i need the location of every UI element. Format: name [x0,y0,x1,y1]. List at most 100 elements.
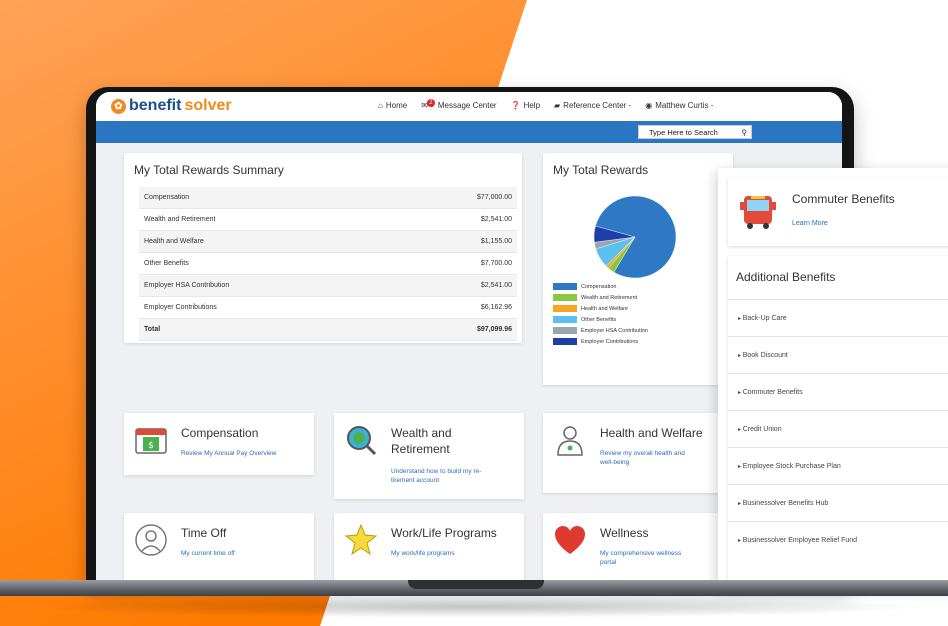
tile-link[interactable]: Review My Annual Pay Overview [181,449,276,458]
tile-title: Wealth and Retirement [391,425,452,457]
legend-item: Employer HSA Contribution [553,325,648,336]
total-rewards-summary-card: My Total Rewards Summary Compensation $77… [124,153,522,343]
legend-item: Employer Contributions [553,336,648,347]
tile-link[interactable]: My comprehensive wellness portal [600,549,681,567]
tile-link[interactable]: Understand how to build my re- tirement … [391,467,481,485]
rewards-pie-chart [593,195,677,279]
row-value: $6,162.96 [480,304,512,311]
help-icon: ❓ [510,101,521,110]
legend-item: Wealth and Retirement [553,292,648,303]
row-label: Employer Contributions [144,304,217,311]
additional-benefit-label: Credit Union [742,425,782,433]
benefitsolver-logo[interactable]: ✿ benefit solver [111,97,232,115]
row-value: $2,541.00 [480,282,512,289]
row-value: $97,099.96 [476,326,512,333]
additional-benefit-label: Book Discount [742,351,788,359]
logo-text-a: benefit [129,97,182,114]
tile-link[interactable]: My current time off [181,549,235,558]
row-label: Health and Welfare [144,238,204,245]
additional-benefit-item[interactable]: ▸ Employee Stock Purchase Plan [728,447,948,484]
legend-swatch [553,305,577,312]
nav-reference-center-label: Reference Center - [563,101,632,110]
blue-toolbar: Type Here to Search ⚲ [96,121,842,143]
additional-benefit-item[interactable]: ▸ Credit Union [728,410,948,447]
nav-home-label: Home [385,101,408,110]
legend-swatch [553,327,577,334]
additional-benefit-item[interactable]: ▸ Book Discount [728,336,948,373]
laptop-notch [408,580,544,589]
row-value: $7,700.00 [480,260,512,267]
nav-help[interactable]: ❓ Help [511,101,540,110]
logo-icon: ✿ [111,98,126,114]
compensation-tile[interactable]: $ Compensation Review My Annual Pay Over… [124,413,314,475]
tile-title-line-1: Wealth and [391,426,452,440]
tile-link-line-2: tirement account [391,477,440,484]
message-count-badge: 2 [426,98,435,107]
wellness-tile[interactable]: Wellness My comprehensive wellness porta… [543,513,733,580]
table-row: Employer HSA Contribution $2,541.00 [139,275,517,297]
user-icon: ◉ [645,101,653,110]
additional-benefit-label: Employee Stock Purchase Plan [742,462,841,470]
row-label: Wealth and Retirement [144,216,216,223]
row-label: Total [144,326,161,333]
legend-swatch [553,283,577,290]
nav-message-center[interactable]: ✉ 2 Message Center [421,98,497,110]
nav-user-menu[interactable]: ◉ Matthew Curtis - [645,101,713,110]
tile-link[interactable]: Review my overall health and well-being [600,449,685,467]
tile-title: Health and Welfare [600,426,703,440]
tile-link-line-1: Understand how to build my re- [391,468,482,475]
additional-benefits-list: ▸ Back-Up Care ▸ Book Discount ▸ Commuter … [728,299,948,558]
commuter-benefits-card[interactable]: Commuter Benefits Learn More [728,178,948,246]
additional-benefits-card: Additional Benefits ▸ Back-Up Care ▸ Book… [728,256,948,588]
health-welfare-tile[interactable]: Health and Welfare Review my overall hea… [543,413,733,493]
legend-label: Health and Welfare [581,305,628,312]
nav-help-label: Help [523,101,541,110]
nav-user-label: Matthew Curtis - [655,101,714,110]
row-label: Compensation [144,194,190,201]
person-avatar-icon [135,524,167,556]
table-row: Employer Contributions $6,162.96 [139,297,517,319]
tile-link-line-2: well-being [600,459,630,466]
learn-more-link[interactable]: Learn More [792,220,828,227]
additional-benefit-label: Back-Up Care [742,314,787,322]
additional-benefit-item[interactable]: ▸ Back-Up Care [728,299,948,336]
summary-title: My Total Rewards Summary [134,163,284,177]
additional-benefit-label: Commuter Benefits [742,388,803,396]
money-calendar-icon: $ [135,428,167,454]
legend-swatch [553,316,577,323]
table-row: Compensation $77,000.00 [139,187,517,209]
legend-label: Wealth and Retirement [581,294,638,301]
legend-label: Employer Contributions [581,338,639,345]
row-value: $2,541.00 [480,216,512,223]
legend-label: Other Benefits [581,316,617,323]
nav-home[interactable]: ⌂ Home [378,101,407,110]
additional-benefit-item[interactable]: ▸ Commuter Benefits [728,373,948,410]
additional-benefit-label: Businessolver Benefits Hub [742,499,829,507]
nav-reference-center[interactable]: ▰ Reference Center - [554,101,631,110]
search-icon[interactable]: ⚲ [742,128,748,137]
legend-item: Other Benefits [553,314,648,325]
legend-label: Compensation [581,283,617,290]
additional-benefit-item[interactable]: ▸ Businessolver Benefits Hub [728,484,948,521]
table-row: Health and Welfare $1,155.00 [139,231,517,253]
tile-link[interactable]: My work/life programs [391,549,455,558]
pie-legend: Compensation Wealth and Retirement Health … [553,281,648,347]
laptop-shadow [20,596,928,618]
legend-swatch [553,294,577,301]
legend-label: Employer HSA Contribution [581,327,648,334]
row-value: $77,000.00 [476,194,512,201]
tile-link-line-2: portal [600,559,617,566]
legend-item: Health and Welfare [553,303,648,314]
star-icon [344,523,378,556]
search-input[interactable]: Type Here to Search ⚲ [638,125,752,139]
additional-benefit-label: Businessolver Employee Relief Fund [742,536,858,544]
doctor-icon [557,426,583,456]
row-label: Employer HSA Contribution [144,282,230,289]
heart-icon [555,526,585,554]
work-life-tile[interactable]: Work/Life Programs My work/life programs [334,513,524,580]
time-off-tile[interactable]: Time Off My current time off [124,513,314,580]
additional-benefit-item[interactable]: ▸ Businessolver Employee Relief Fund [728,521,948,558]
legend-swatch [553,338,577,345]
svg-text:$: $ [148,441,154,451]
wealth-retirement-tile[interactable]: Wealth and Retirement Understand how to … [334,413,524,499]
